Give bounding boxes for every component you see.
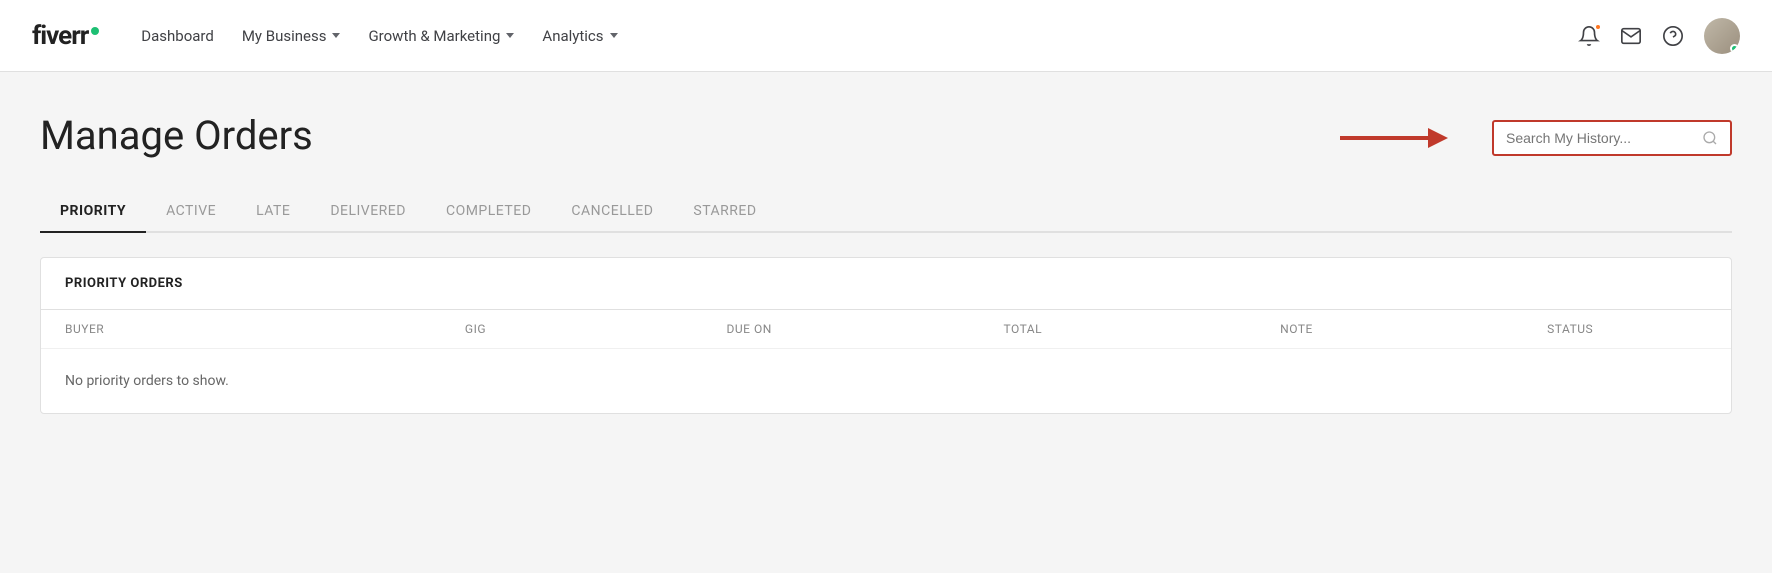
tab-cancelled[interactable]: CANCELLED [551,191,673,231]
chevron-down-icon [332,33,340,38]
table-col-headers: BUYER GIG DUE ON TOTAL NOTE STATUS [41,310,1731,349]
nav-item-my-business[interactable]: My Business [232,19,351,53]
red-arrow [1340,120,1460,156]
logo[interactable]: fiverr [32,21,99,51]
tab-active[interactable]: ACTIVE [146,191,236,231]
nav-item-dashboard[interactable]: Dashboard [131,19,224,53]
logo-text: fiverr [32,21,88,51]
order-tabs: PRIORITY ACTIVE LATE DELIVERED COMPLETED… [40,191,1732,233]
col-header-total: TOTAL [886,322,1160,336]
col-header-due-on: DUE ON [612,322,886,336]
empty-state-message: No priority orders to show. [41,349,1731,413]
avatar[interactable] [1704,18,1740,54]
search-input[interactable] [1506,130,1694,146]
tab-completed[interactable]: COMPLETED [426,191,551,231]
col-header-status: STATUS [1433,322,1707,336]
notifications-button[interactable] [1578,25,1600,47]
tab-late[interactable]: LATE [236,191,310,231]
tab-starred[interactable]: STARRED [673,191,776,231]
search-box [1492,120,1732,156]
col-header-buyer: BUYER [65,322,339,336]
header: fiverr Dashboard My Business Growth & Ma… [0,0,1772,72]
chevron-down-icon [610,33,618,38]
nav-item-analytics[interactable]: Analytics [532,19,627,53]
tab-priority[interactable]: PRIORITY [40,191,146,231]
chevron-down-icon [506,33,514,38]
logo-dot [91,27,99,35]
priority-orders-card: PRIORITY ORDERS BUYER GIG DUE ON TOTAL N… [40,257,1732,414]
search-icon [1702,130,1718,146]
col-header-note: NOTE [1160,322,1434,336]
page-title: Manage Orders [40,112,313,159]
col-header-gig: GIG [339,322,613,336]
help-button[interactable] [1662,25,1684,47]
nav-item-growth-marketing[interactable]: Growth & Marketing [358,19,524,53]
search-area [1340,120,1732,156]
tab-delivered[interactable]: DELIVERED [310,191,426,231]
notification-dot [1594,23,1602,31]
main-nav: Dashboard My Business Growth & Marketing… [131,19,1546,53]
header-right [1578,18,1740,54]
avatar-online-indicator [1730,44,1739,53]
page-header: Manage Orders [40,112,1732,159]
messages-button[interactable] [1620,25,1642,47]
main-content: Manage Orders PRIORITY ACTIVE LATE DELIV… [0,72,1772,573]
table-section-title: PRIORITY ORDERS [41,258,1731,310]
